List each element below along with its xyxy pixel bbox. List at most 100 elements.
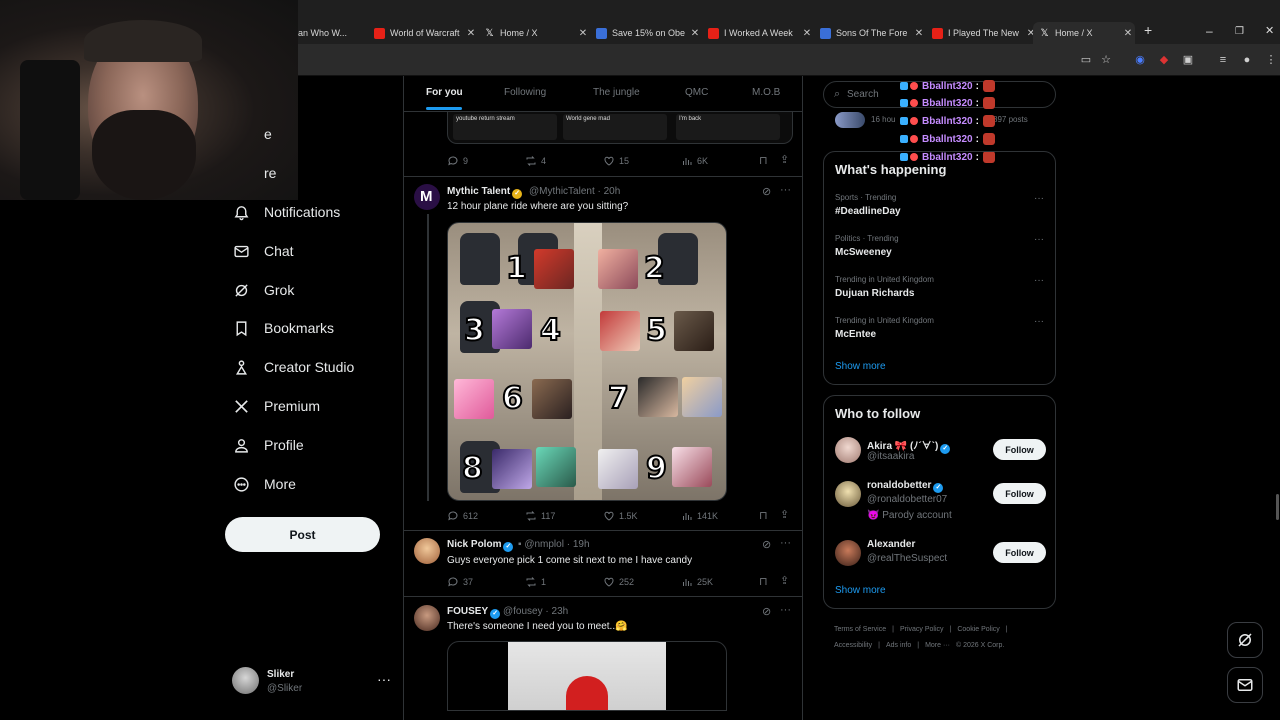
tweet-author-name[interactable]: FOUSEY (447, 606, 488, 617)
reply-button[interactable]: 9 (447, 155, 468, 167)
footer-link[interactable]: Ads info (886, 642, 911, 649)
browser-tab[interactable]: Save 15% on Obe ✕ (590, 22, 702, 44)
star-icon[interactable]: ☆ (1099, 53, 1113, 67)
like-button[interactable]: 15 (603, 155, 629, 167)
views-button[interactable]: 6K (681, 155, 708, 167)
grok-fab-button[interactable] (1227, 622, 1263, 658)
browser-tab[interactable]: an Who W... (298, 22, 368, 44)
browser-tab-active[interactable]: 𝕏 Home / X ✕ (1033, 22, 1135, 44)
close-window-button[interactable]: ✕ (1265, 24, 1274, 37)
tweet-author-name[interactable]: Mythic Talent (447, 186, 510, 197)
tweet-handle[interactable]: @nmplol (524, 539, 564, 550)
sidebar-item-explore[interactable]: re (232, 160, 276, 186)
close-tab-icon[interactable]: ✕ (1121, 28, 1135, 39)
footer-link[interactable]: Accessibility (834, 642, 872, 649)
close-tab-icon[interactable]: ✕ (464, 28, 478, 39)
follow-button[interactable]: Follow (993, 439, 1046, 460)
share-icon[interactable]: ⇪ (780, 574, 789, 587)
tab-following[interactable]: Following (504, 87, 546, 98)
browser-tab[interactable]: Sons Of The Fore ✕ (814, 22, 926, 44)
tab-mob[interactable]: M.O.B (752, 87, 780, 98)
grok-icon[interactable]: ⊘ (762, 605, 771, 618)
sidebar-item-home[interactable]: e (232, 121, 272, 147)
follow-button[interactable]: Follow (993, 542, 1046, 563)
show-more-link[interactable]: Show more (835, 585, 886, 596)
browser-tab[interactable]: World of Warcraft ✕ (368, 22, 478, 44)
puzzle-icon[interactable]: ▣ (1181, 53, 1195, 67)
maximize-button[interactable]: ❐ (1235, 26, 1244, 37)
cast-icon[interactable]: ▭ (1079, 53, 1093, 67)
tab-search-icon[interactable]: ≡ (1216, 53, 1230, 67)
tweet-author-name[interactable]: Nick Polom (447, 539, 501, 550)
repost-button[interactable]: 4 (525, 155, 546, 167)
reply-button[interactable]: 37 (447, 576, 473, 588)
sidebar-item-profile[interactable]: Profile (232, 432, 304, 458)
new-tab-button[interactable]: + (1144, 22, 1152, 38)
account-switcher[interactable]: Sliker @Sliker ··· (232, 667, 392, 697)
extension-icon[interactable]: ◆ (1157, 53, 1171, 67)
menu-icon[interactable]: ⋮ (1264, 53, 1278, 67)
sidebar-item-bookmarks[interactable]: Bookmarks (232, 315, 334, 341)
more-icon[interactable]: ··· (1034, 275, 1044, 286)
bookmark-icon[interactable]: ⊓ (759, 509, 768, 522)
footer-link[interactable]: More ··· (925, 642, 950, 649)
avatar[interactable] (414, 605, 440, 631)
share-icon[interactable]: ⇪ (780, 153, 789, 166)
scrollbar[interactable] (1276, 494, 1279, 520)
more-icon[interactable]: ··· (1034, 316, 1044, 327)
more-icon[interactable]: ··· (780, 184, 791, 196)
browser-tab[interactable]: I Worked A Week ✕ (702, 22, 814, 44)
grok-icon[interactable]: ⊘ (762, 185, 771, 198)
bookmark-icon[interactable]: ⊓ (759, 575, 768, 588)
footer-link[interactable]: Cookie Policy (957, 626, 999, 633)
avatar[interactable] (414, 538, 440, 564)
browser-tab[interactable]: 𝕏 Home / X ✕ (478, 22, 590, 44)
footer-link[interactable]: Terms of Service (834, 626, 886, 633)
sidebar-item-chat[interactable]: Chat (232, 238, 294, 264)
sidebar-item-more[interactable]: More (232, 471, 296, 497)
show-more-link[interactable]: Show more (835, 361, 886, 372)
avatar[interactable]: M (414, 184, 440, 210)
views-button[interactable]: 141K (681, 510, 718, 522)
close-tab-icon[interactable]: ✕ (912, 28, 926, 39)
repost-button[interactable]: 117 (525, 510, 555, 522)
sidebar-item-notifications[interactable]: Notifications (232, 199, 340, 225)
tweet-time[interactable]: 19h (573, 539, 590, 550)
more-icon[interactable]: ··· (377, 671, 391, 687)
close-tab-icon[interactable]: ✕ (688, 28, 702, 39)
like-button[interactable]: 252 (603, 576, 634, 588)
like-button[interactable]: 1.5K (603, 510, 638, 522)
more-icon[interactable]: ··· (780, 537, 791, 549)
sidebar-item-creator-studio[interactable]: Creator Studio (232, 354, 354, 380)
more-icon[interactable]: ··· (780, 604, 791, 616)
follow-button[interactable]: Follow (993, 483, 1046, 504)
tweet-video[interactable] (447, 641, 727, 711)
share-icon[interactable]: ⇪ (780, 508, 789, 521)
bookmark-icon[interactable]: ⊓ (759, 154, 768, 167)
extension-audio-icon[interactable]: ◉ (1133, 53, 1147, 67)
close-tab-icon[interactable]: ✕ (576, 28, 590, 39)
tab-qmc[interactable]: QMC (685, 87, 708, 98)
footer-link[interactable]: Privacy Policy (900, 626, 944, 633)
grok-icon[interactable]: ⊘ (762, 538, 771, 551)
tweet-time[interactable]: 23h (552, 606, 569, 617)
more-icon[interactable]: ··· (1034, 193, 1044, 204)
tab-for-you[interactable]: For you (426, 87, 463, 98)
views-button[interactable]: 25K (681, 576, 713, 588)
quoted-preview-strip[interactable]: youtube return stream World gene mad I'm… (447, 112, 793, 144)
tweet-handle[interactable]: @fousey (503, 606, 543, 617)
avatar[interactable] (835, 437, 861, 463)
reply-button[interactable]: 612 (447, 510, 478, 522)
tweet-time[interactable]: 20h (604, 186, 621, 197)
sidebar-item-premium[interactable]: Premium (232, 393, 320, 419)
more-icon[interactable]: ··· (1034, 234, 1044, 245)
close-tab-icon[interactable]: ✕ (800, 28, 814, 39)
avatar[interactable] (835, 481, 861, 507)
post-button[interactable]: Post (225, 517, 380, 552)
tweet-handle[interactable]: @MythicTalent (529, 186, 595, 197)
repost-button[interactable]: 1 (525, 576, 546, 588)
minimize-button[interactable]: – (1206, 24, 1213, 38)
sidebar-item-grok[interactable]: Grok (232, 277, 294, 303)
tweet-image[interactable]: 1 2 3 4 5 6 7 8 9 (447, 222, 727, 501)
messages-fab-button[interactable] (1227, 667, 1263, 703)
